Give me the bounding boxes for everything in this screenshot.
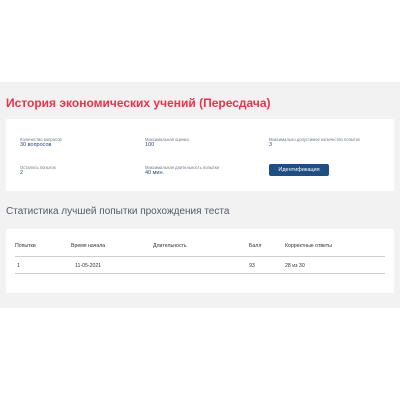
bottom-area bbox=[0, 308, 400, 400]
cell-score: 93 bbox=[249, 263, 255, 269]
max-attempts-value: 3 bbox=[269, 142, 273, 149]
column-header-duration: Длительность bbox=[153, 243, 187, 249]
cell-start-time: 11-05-2021 bbox=[75, 263, 102, 269]
column-header-correct-answers: Корректные ответы bbox=[285, 243, 332, 249]
remaining-value: 2 bbox=[20, 170, 24, 177]
questions-value: 30 вопросов bbox=[20, 142, 52, 149]
remaining-field: Осталось попыток 2 bbox=[20, 165, 130, 177]
page: История экономических учений (Пересдача)… bbox=[0, 0, 400, 400]
cell-attempt: 1 bbox=[17, 263, 20, 269]
questions-field: Количество вопросов 30 вопросов bbox=[20, 137, 130, 149]
stats-section-title: Статистика лучшей попытки прохождения те… bbox=[6, 206, 230, 217]
max-score-value: 100 bbox=[145, 142, 155, 149]
max-duration-value: 40 мин. bbox=[145, 170, 165, 177]
identification-button[interactable]: Идентификация bbox=[269, 164, 329, 176]
max-attempts-field: Максимально допустимое количество попыто… bbox=[269, 137, 384, 149]
top-area bbox=[0, 0, 400, 82]
table-divider bbox=[15, 273, 385, 274]
column-header-score: Балл bbox=[249, 243, 262, 249]
cell-correct-answers: 28 из 30 bbox=[285, 263, 305, 269]
test-info-card: Количество вопросов 30 вопросов Максимал… bbox=[6, 119, 394, 191]
column-header-attempts: Попытки bbox=[15, 243, 36, 249]
max-score-field: Максимальная оценка 100 bbox=[145, 137, 255, 149]
stats-table: Попытки Время начала Длительность Балл К… bbox=[15, 240, 385, 274]
table-row: 1 11-05-2021 93 28 из 30 bbox=[15, 257, 385, 271]
stats-card: Попытки Время начала Длительность Балл К… bbox=[6, 229, 394, 293]
page-title: История экономических учений (Пересдача) bbox=[6, 96, 271, 110]
max-duration-field: Максимальная длительность попытки 40 мин… bbox=[145, 165, 265, 177]
table-header-row: Попытки Время начала Длительность Балл К… bbox=[15, 240, 385, 256]
column-header-start-time: Время начала bbox=[71, 243, 106, 249]
